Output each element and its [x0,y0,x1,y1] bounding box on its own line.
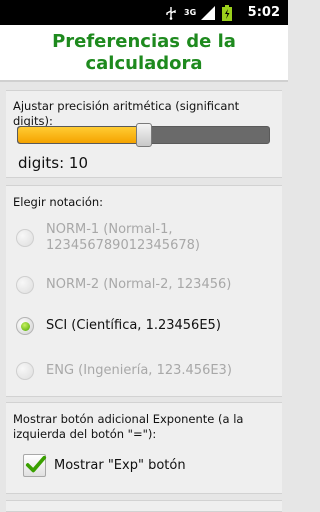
checkmark-icon [25,455,47,473]
notation-option-norm2[interactable]: NORM-2 (Normal-2, 123456) [16,276,276,294]
clock: 5:02 [247,5,280,20]
status-icons: 3G [164,4,232,21]
exp-label: Mostrar botón adicional Exponente (a la … [13,412,244,441]
option-label: NORM-1 (Normal-1, 123456789012345678) [46,222,200,253]
signal-icon [201,5,215,20]
notation-option-eng[interactable]: ENG (Ingeniería, 123.456E3) [16,362,276,380]
radio-button[interactable] [16,362,34,380]
exp-checkbox-row[interactable]: Mostrar "Exp" botón [23,454,186,477]
notation-label: Elegir notación: [13,195,104,209]
usb-icon [166,6,176,20]
slider-thumb[interactable] [136,123,152,147]
radio-button[interactable] [16,229,34,247]
status-bar: 3G 5:02 [0,0,288,25]
network-type: 3G [184,7,197,17]
exp-checkbox-label: Mostrar "Exp" botón [54,457,186,473]
option-label: NORM-2 (Normal-2, 123456) [46,277,232,292]
precision-section: Ajustar precisión aritmética (significan… [6,90,282,178]
precision-slider[interactable] [17,123,270,147]
exp-checkbox[interactable] [23,454,47,477]
notation-option-norm1[interactable]: NORM-1 (Normal-1, 123456789012345678) [16,222,276,254]
digits-value: digits: 10 [18,154,88,172]
title-bar: Preferencias de la calculadora [0,25,288,82]
option-label: SCI (Científica, 1.23456E5) [46,318,221,333]
exp-section: Mostrar botón adicional Exponente (a la … [6,402,282,494]
radio-button[interactable] [16,276,34,294]
battery-icon [222,4,232,21]
notation-section: Elegir notación: NORM-1 (Normal-1, 12345… [6,185,282,397]
option-label: ENG (Ingeniería, 123.456E3) [46,363,232,378]
radio-button-selected[interactable] [16,317,34,335]
page-title: Preferencias de la calculadora [52,30,236,74]
slider-fill [18,127,144,143]
next-section [6,500,282,512]
notation-option-sci[interactable]: SCI (Científica, 1.23456E5) [16,317,276,335]
